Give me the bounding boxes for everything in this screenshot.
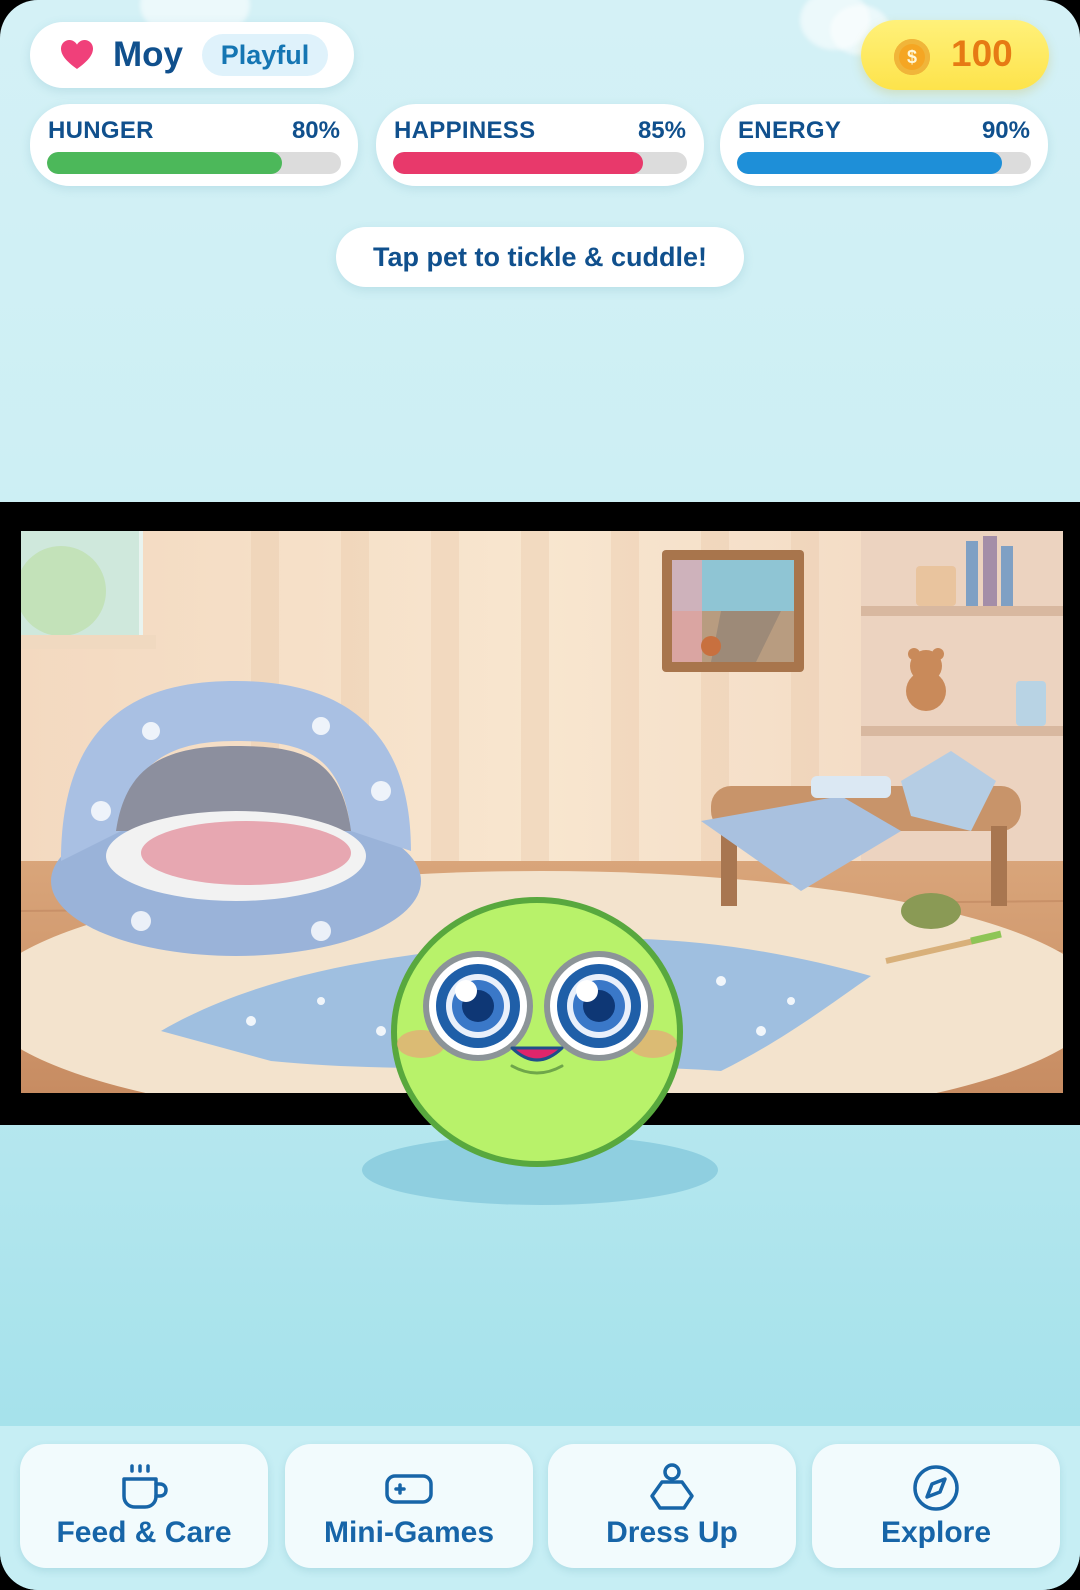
- stat-card-happiness: HAPPINESS 85%: [376, 104, 704, 186]
- dress-up-button[interactable]: Dress Up: [548, 1444, 796, 1568]
- hint-bubble: Tap pet to tickle & cuddle!: [336, 227, 744, 287]
- explore-button[interactable]: Explore: [812, 1444, 1060, 1568]
- hunger-progress-bar: [47, 152, 341, 174]
- feed-care-label: Feed & Care: [56, 1516, 232, 1549]
- bottom-nav: Feed & Care Mini-Games Dress Up Explore: [0, 1426, 1080, 1590]
- stat-value: 85%: [637, 117, 686, 144]
- energy-progress-fill: [737, 152, 1002, 174]
- hunger-progress-fill: [47, 152, 283, 174]
- stat-label: HAPPINESS: [394, 117, 536, 144]
- dress-up-label: Dress Up: [606, 1516, 738, 1549]
- stat-label: HUNGER: [48, 117, 154, 144]
- energy-progress-bar: [737, 152, 1031, 174]
- pet-character[interactable]: [386, 894, 688, 1174]
- mini-games-button[interactable]: Mini-Games: [285, 1444, 533, 1568]
- right-eye: [544, 951, 654, 1061]
- stat-label: ENERGY: [738, 117, 842, 144]
- shirt-icon: [650, 1463, 694, 1510]
- pet-profile-pill[interactable]: Moy Playful: [30, 22, 354, 88]
- coin-counter[interactable]: $ 100: [861, 20, 1049, 90]
- mood-badge: Playful: [202, 34, 328, 76]
- cup-icon: [122, 1464, 168, 1509]
- gamepad-icon: [385, 1474, 433, 1504]
- heart-icon: [61, 40, 93, 69]
- feed-care-button[interactable]: Feed & Care: [20, 1444, 268, 1568]
- mini-games-label: Mini-Games: [323, 1516, 495, 1549]
- game-screen: Moy Playful $ 100 HUNGER 80% HAPPINESS 8…: [0, 0, 1080, 1590]
- coin-count: 100: [951, 33, 1013, 74]
- coin-icon: $: [894, 39, 930, 75]
- explore-label: Explore: [880, 1516, 992, 1549]
- pet-name: Moy: [113, 35, 183, 74]
- left-eye: [423, 951, 533, 1061]
- stat-card-energy: ENERGY 90%: [720, 104, 1048, 186]
- stat-value: 90%: [981, 117, 1030, 144]
- stat-card-hunger: HUNGER 80%: [30, 104, 358, 186]
- stat-value: 80%: [291, 117, 340, 144]
- compass-icon: [913, 1465, 959, 1511]
- happiness-progress-fill: [393, 152, 643, 174]
- happiness-progress-bar: [393, 152, 687, 174]
